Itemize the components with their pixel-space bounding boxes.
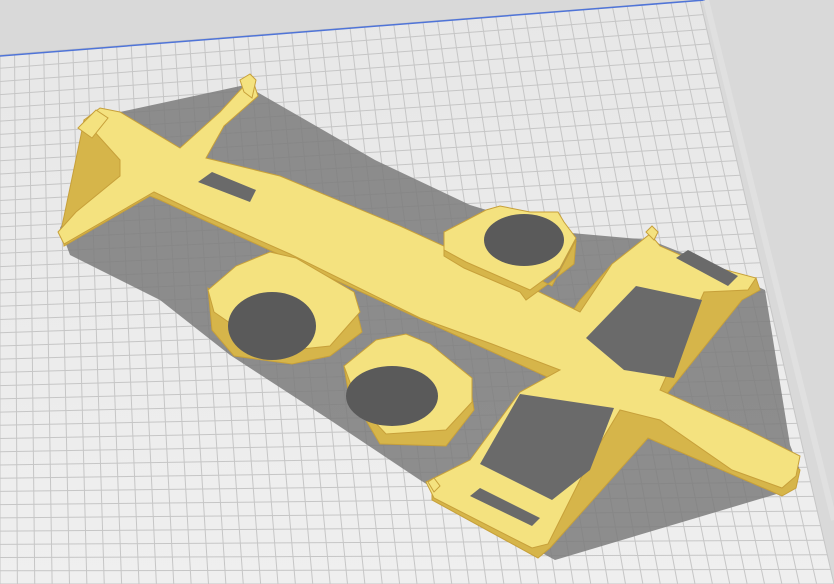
build-plate-scene[interactable]	[0, 0, 834, 584]
3d-viewport[interactable]	[0, 0, 834, 584]
clip3-hole	[346, 366, 438, 426]
clip2-hole	[228, 292, 316, 360]
clip1-hole	[484, 214, 564, 266]
